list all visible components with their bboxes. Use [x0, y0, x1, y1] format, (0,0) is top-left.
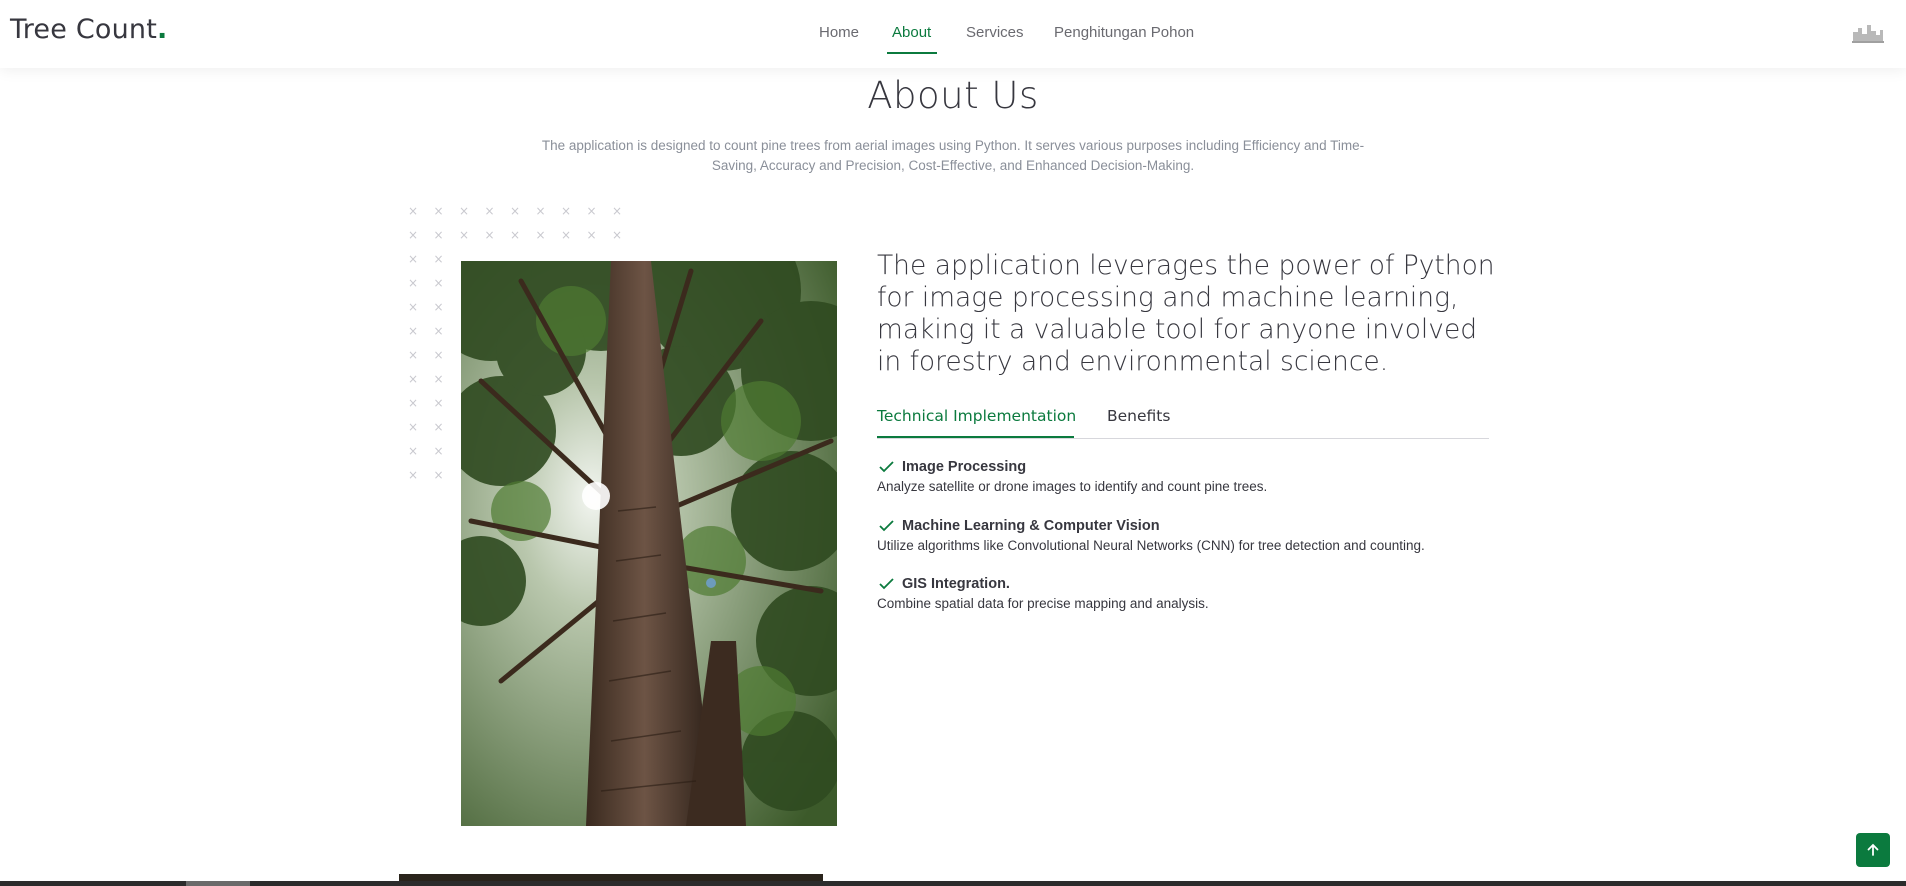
feature-item: Image Processing Analyze satellite or dr…: [877, 459, 1517, 494]
tab-benefits[interactable]: Benefits: [1107, 407, 1170, 425]
cross-mark: ×: [612, 228, 623, 242]
nav-active-indicator: [887, 52, 937, 54]
cross-mark: ×: [433, 252, 444, 266]
nav-penghitungan-pohon[interactable]: Penghitungan Pohon: [1054, 24, 1194, 41]
feature-description: Utilize algorithms like Convolutional Ne…: [877, 538, 1425, 553]
arrow-up-icon: [1867, 843, 1879, 856]
cross-mark: ×: [433, 372, 444, 386]
cross-mark: ×: [433, 324, 444, 338]
check-icon: [879, 520, 894, 532]
cross-mark: ×: [484, 228, 495, 242]
section-description: The application is designed to count pin…: [541, 138, 1365, 173]
feature-title: Machine Learning & Computer Vision: [902, 518, 1160, 534]
tab-active-indicator: [877, 436, 1074, 438]
cross-mark: ×: [561, 228, 572, 242]
cross-mark: ×: [433, 444, 444, 458]
feature-item: GIS Integration. Combine spatial data fo…: [877, 576, 1517, 611]
feature-description: Combine spatial data for precise mapping…: [877, 596, 1209, 611]
nav-about[interactable]: About: [892, 24, 931, 41]
cross-mark: ×: [408, 276, 419, 290]
cross-mark: ×: [433, 348, 444, 362]
cross-mark: ×: [433, 468, 444, 482]
nav-home[interactable]: Home: [819, 24, 859, 41]
feature-title: GIS Integration.: [902, 576, 1010, 592]
scroll-to-top-button[interactable]: [1856, 833, 1890, 867]
cross-mark: ×: [484, 204, 495, 218]
cross-mark: ×: [433, 300, 444, 314]
pine-tree-photo: [461, 261, 837, 826]
cross-mark: ×: [535, 228, 546, 242]
cross-mark: ×: [586, 204, 597, 218]
section-title: About Us: [867, 74, 1039, 117]
tab-technical-implementation[interactable]: Technical Implementation: [877, 407, 1076, 425]
cross-mark: ×: [408, 468, 419, 482]
main-nav: Home About Services Penghitungan Pohon: [0, 0, 1906, 68]
cross-mark: ×: [510, 204, 521, 218]
cross-mark: ×: [408, 348, 419, 362]
feature-description: Analyze satellite or drone images to ide…: [877, 479, 1268, 494]
cross-mark: ×: [433, 420, 444, 434]
cross-mark: ×: [433, 396, 444, 410]
cross-mark: ×: [459, 228, 470, 242]
cross-mark: ×: [408, 228, 419, 242]
city-skyline-icon[interactable]: [1852, 22, 1884, 44]
feature-item: Machine Learning & Computer Vision Utili…: [877, 518, 1517, 553]
cross-mark: ×: [408, 396, 419, 410]
cross-mark: ×: [408, 444, 419, 458]
cross-mark: ×: [586, 228, 597, 242]
cross-mark: ×: [459, 204, 470, 218]
cross-mark: ×: [408, 204, 419, 218]
cross-mark: ×: [433, 204, 444, 218]
cross-mark: ×: [408, 324, 419, 338]
cross-mark: ×: [408, 420, 419, 434]
check-icon: [879, 578, 894, 590]
cross-mark: ×: [612, 204, 623, 218]
cross-mark: ×: [408, 300, 419, 314]
scrollbar-thumb[interactable]: [186, 881, 250, 886]
cross-mark: ×: [408, 372, 419, 386]
cross-mark: ×: [433, 276, 444, 290]
cross-mark: ×: [433, 228, 444, 242]
site-header: Tree Count. Home About Services Penghitu…: [0, 0, 1906, 68]
feature-title: Image Processing: [902, 459, 1027, 475]
cross-mark: ×: [535, 204, 546, 218]
check-icon: [879, 461, 894, 473]
about-lead-text: The application leverages the power of P…: [877, 250, 1495, 377]
cross-mark: ×: [408, 252, 419, 266]
cross-mark: ×: [510, 228, 521, 242]
horizontal-scrollbar[interactable]: [0, 881, 1906, 886]
about-tabs: Technical Implementation Benefits: [877, 403, 1489, 439]
cross-mark: ×: [561, 204, 572, 218]
nav-services[interactable]: Services: [966, 24, 1024, 41]
